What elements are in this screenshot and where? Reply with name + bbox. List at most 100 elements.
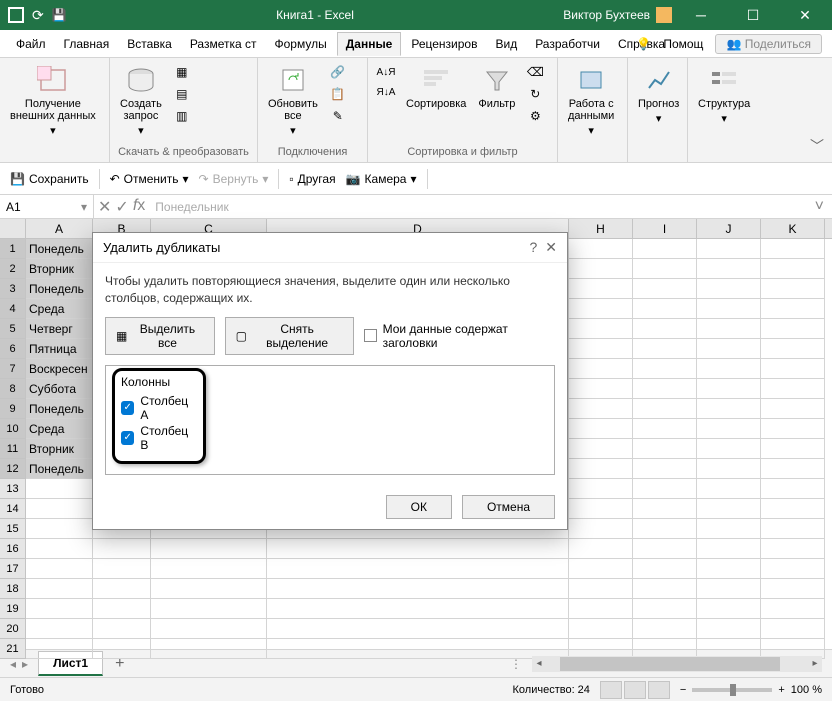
- view-normal-icon[interactable]: [600, 681, 622, 699]
- cell[interactable]: [761, 239, 825, 259]
- cell[interactable]: [569, 419, 633, 439]
- row-header[interactable]: 9: [0, 399, 26, 419]
- cell[interactable]: [569, 499, 633, 519]
- cell[interactable]: [569, 279, 633, 299]
- row-header[interactable]: 13: [0, 479, 26, 499]
- outline-button[interactable]: Структура ▾: [694, 62, 754, 127]
- formula-input[interactable]: Понедельник: [149, 200, 806, 214]
- menu-insert[interactable]: Вставка: [119, 33, 180, 55]
- cell[interactable]: Среда: [26, 419, 93, 439]
- cell[interactable]: [569, 619, 633, 639]
- row-header[interactable]: 17: [0, 559, 26, 579]
- fx-icon[interactable]: fx: [133, 197, 145, 217]
- cell[interactable]: [697, 339, 761, 359]
- cell[interactable]: [761, 279, 825, 299]
- username[interactable]: Виктор Бухтеев: [563, 8, 650, 22]
- column-a-checkbox[interactable]: ✓Столбец A: [121, 393, 197, 423]
- row-header[interactable]: 5: [0, 319, 26, 339]
- cell[interactable]: Понедель: [26, 239, 93, 259]
- cell[interactable]: [633, 539, 697, 559]
- collapse-ribbon-icon[interactable]: ﹀: [810, 136, 824, 156]
- cell[interactable]: Вторник: [26, 259, 93, 279]
- cell[interactable]: [697, 239, 761, 259]
- cell[interactable]: [267, 539, 569, 559]
- forecast-button[interactable]: Прогноз ▾: [634, 62, 683, 127]
- cell[interactable]: [697, 479, 761, 499]
- col-header[interactable]: A: [26, 219, 93, 238]
- name-box[interactable]: A1▾: [0, 195, 94, 218]
- view-pagebreak-icon[interactable]: [648, 681, 670, 699]
- cell[interactable]: [697, 299, 761, 319]
- cell[interactable]: [633, 459, 697, 479]
- zoom-slider[interactable]: [692, 688, 772, 692]
- cell[interactable]: [93, 639, 151, 659]
- close-button[interactable]: ✕: [782, 0, 828, 30]
- cancel-icon[interactable]: ✕: [98, 197, 111, 217]
- cell[interactable]: [697, 619, 761, 639]
- properties-icon[interactable]: 📋: [326, 84, 350, 104]
- cell[interactable]: [569, 579, 633, 599]
- cell[interactable]: [93, 619, 151, 639]
- headers-checkbox[interactable]: Мои данные содержат заголовки: [364, 322, 555, 350]
- save-icon[interactable]: 💾: [52, 8, 67, 22]
- col-header[interactable]: K: [761, 219, 825, 238]
- col-header[interactable]: I: [633, 219, 697, 238]
- cell[interactable]: [633, 319, 697, 339]
- sort-az-icon[interactable]: А↓Я: [374, 62, 398, 82]
- cell[interactable]: [697, 439, 761, 459]
- data-tools-button[interactable]: Работа с данными ▾: [564, 62, 618, 139]
- new-query-button[interactable]: Создать запрос ▾: [116, 62, 166, 139]
- avatar[interactable]: [656, 7, 672, 23]
- share-button[interactable]: 👥 Поделиться: [715, 34, 822, 54]
- cell[interactable]: Понедель: [26, 399, 93, 419]
- row-header[interactable]: 12: [0, 459, 26, 479]
- zoom-level[interactable]: 100 %: [791, 684, 822, 696]
- cell[interactable]: [697, 259, 761, 279]
- row-header[interactable]: 14: [0, 499, 26, 519]
- minimize-button[interactable]: ─: [678, 0, 724, 30]
- cell[interactable]: [633, 579, 697, 599]
- cell[interactable]: [26, 479, 93, 499]
- qat-redo[interactable]: ↷Вернуть▾: [199, 172, 269, 186]
- scroll-right-icon[interactable]: ▸: [808, 658, 822, 669]
- cell[interactable]: [633, 239, 697, 259]
- ok-button[interactable]: ОК: [386, 495, 452, 519]
- cell[interactable]: [633, 419, 697, 439]
- cell[interactable]: [761, 259, 825, 279]
- cell[interactable]: [761, 379, 825, 399]
- zoom-in-icon[interactable]: +: [778, 684, 784, 696]
- cell[interactable]: [151, 559, 267, 579]
- cell[interactable]: [569, 359, 633, 379]
- cell[interactable]: Вторник: [26, 439, 93, 459]
- cell[interactable]: [569, 439, 633, 459]
- cell[interactable]: [569, 399, 633, 419]
- menu-developer[interactable]: Разработчи: [527, 33, 608, 55]
- cell[interactable]: Среда: [26, 299, 93, 319]
- cell[interactable]: [761, 319, 825, 339]
- cell[interactable]: [633, 379, 697, 399]
- cell[interactable]: [761, 619, 825, 639]
- cancel-button[interactable]: Отмена: [462, 495, 555, 519]
- cell[interactable]: [697, 279, 761, 299]
- cell[interactable]: [697, 419, 761, 439]
- row-header[interactable]: 18: [0, 579, 26, 599]
- row-header[interactable]: 7: [0, 359, 26, 379]
- advanced-icon[interactable]: ⚙: [523, 106, 547, 126]
- cell[interactable]: [569, 479, 633, 499]
- row-header[interactable]: 20: [0, 619, 26, 639]
- menu-data[interactable]: Данные: [337, 32, 402, 56]
- cell[interactable]: [761, 559, 825, 579]
- dialog-close-icon[interactable]: ✕: [545, 239, 557, 256]
- cell[interactable]: [93, 599, 151, 619]
- cell[interactable]: [26, 499, 93, 519]
- qat-save[interactable]: 💾Сохранить: [10, 172, 89, 186]
- autosave-icon[interactable]: ⟳: [32, 7, 44, 24]
- column-b-checkbox[interactable]: ✓Столбец B: [121, 423, 197, 453]
- cell[interactable]: [633, 439, 697, 459]
- cell[interactable]: [569, 599, 633, 619]
- recent-sources-icon[interactable]: ▥: [170, 106, 194, 126]
- menu-file[interactable]: Файл: [8, 33, 54, 55]
- refresh-all-button[interactable]: Обновить все ▾: [264, 62, 322, 139]
- scroll-left-icon[interactable]: ◂: [532, 658, 546, 669]
- row-header[interactable]: 1: [0, 239, 26, 259]
